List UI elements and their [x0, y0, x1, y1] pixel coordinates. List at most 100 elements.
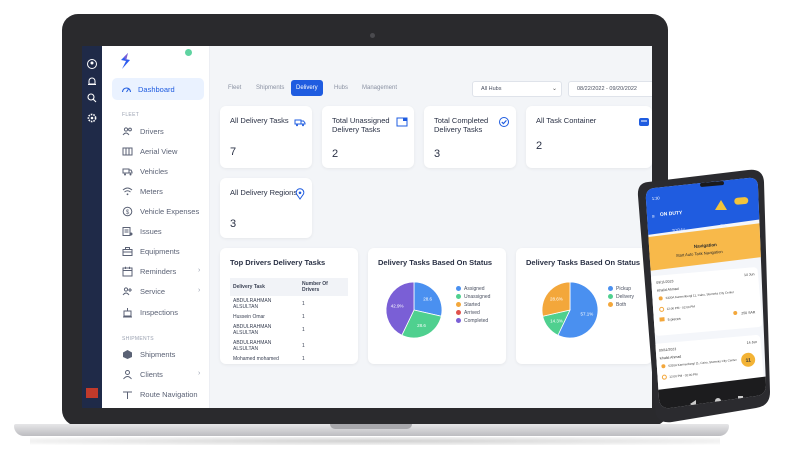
briefcase-icon [122, 247, 133, 256]
pie-slice-label: 42.9% [391, 304, 404, 309]
container-icon [639, 118, 649, 126]
card-total-completed: Total Completed Delivery Tasks 3 [424, 106, 516, 168]
issues-icon [122, 227, 133, 236]
marketing-mockup: Dashboard FLEET Drivers Aerial View Vehi… [0, 0, 797, 462]
sidebar-label-meters: Meters [140, 187, 163, 196]
legend-label: Assigned [464, 286, 485, 292]
driver-name: ABDULRAHMAN ALSULTAN [233, 298, 272, 310]
date-range-value: 08/22/2022 - 09/20/2022 [577, 86, 637, 92]
card-value: 2 [332, 148, 339, 160]
legend-label: Arrived [464, 310, 480, 316]
section-label-shipments: SHIPMENTS [122, 336, 154, 342]
card-all-delivery-tasks: All Delivery Tasks 7 [220, 106, 312, 168]
inspection-icon [123, 308, 132, 318]
settings-gear-icon[interactable] [86, 112, 98, 124]
tab-fleet[interactable]: Fleet [228, 80, 241, 96]
legend-swatch [608, 286, 613, 292]
tab-management[interactable]: Management [362, 80, 397, 96]
chevron-down-icon: ⌄ [551, 86, 557, 92]
legend-label: Started [464, 302, 481, 308]
legend-label: Pickup [616, 286, 632, 292]
main-content: Fleet Shipments Delivery Hubs Management… [210, 46, 652, 408]
driver-count: 1 [302, 356, 305, 362]
sidebar-label-drivers: Drivers [140, 127, 164, 136]
pie-slice-label: 28.6% [550, 297, 563, 302]
sidebar-label-inspections: Inspections [140, 308, 178, 317]
phone-tab-all[interactable]: ALL [720, 222, 728, 228]
route-icon [123, 391, 132, 399]
legend-item[interactable]: Started [456, 302, 480, 308]
legend-swatch [608, 302, 613, 308]
task-count-badge-value: 11 [745, 358, 751, 364]
card-value: 3 [434, 148, 441, 160]
legend-item[interactable]: Arrived [456, 310, 480, 316]
driver-count: 1 [302, 343, 305, 349]
account-icon[interactable] [86, 58, 98, 70]
tab-delivery[interactable]: Delivery [291, 80, 323, 96]
type-pie-chart: 57.1% 14.3% 28.6% [541, 281, 599, 339]
map-icon [122, 147, 133, 156]
search-icon[interactable] [86, 92, 98, 104]
check-badge-icon [499, 117, 509, 127]
legend-item[interactable]: Pickup [608, 286, 631, 292]
table-row[interactable]: ABDULRAHMAN ALSULTAN 1 [230, 322, 348, 338]
card-title: All Task Container [536, 116, 597, 125]
inbox-icon [396, 117, 408, 127]
sidebar-label-shipments: Shipments [140, 350, 176, 359]
status-pie-panel: Delivery Tasks Based On Status 28.6 28.6 4… [368, 248, 506, 364]
legend-swatch [456, 286, 461, 292]
bell-icon[interactable] [86, 76, 98, 88]
sidebar: Dashboard FLEET Drivers Aerial View Vehi… [102, 46, 210, 408]
sidebar-label-aerial-view: Aerial View [140, 147, 178, 156]
legend-item[interactable]: Assigned [456, 286, 485, 292]
pie-slice-label: 57.1% [581, 311, 594, 316]
column-header: Number Of Drivers [299, 278, 348, 296]
legend-item[interactable]: Unassigned [456, 294, 490, 300]
status-pie-chart: 28.6 28.6 42.9% [385, 281, 443, 339]
sidebar-label-route-navigation: Route Navigation [140, 390, 198, 399]
chevron-right-icon: › [198, 267, 201, 274]
card-title: All Delivery Regions [230, 188, 298, 197]
truck-icon [122, 168, 133, 176]
status-pie-title: Delivery Tasks Based On Status [378, 258, 493, 267]
card-value: 2 [536, 140, 543, 152]
laptop-notch [330, 424, 412, 429]
legend-item[interactable]: Completed [456, 318, 488, 324]
driver-name: ABDULRAHMAN ALSULTAN [233, 340, 272, 352]
tab-hubs[interactable]: Hubs [334, 80, 348, 96]
sidebar-item-dashboard[interactable]: Dashboard [112, 78, 204, 100]
card-total-unassigned: Total Unassigned Delivery Tasks 2 [322, 106, 414, 168]
calendar-icon [122, 266, 133, 277]
notification-dot-icon [184, 48, 193, 57]
pie-slice-label: 28.6 [423, 297, 432, 302]
driver-name: Hussein Omar [233, 314, 265, 320]
table-row[interactable]: ABDULRAHMAN ALSULTAN 1 [230, 296, 348, 312]
legend-swatch [456, 310, 461, 316]
card-title: Total Completed Delivery Tasks [434, 116, 489, 134]
card-all-delivery-regions: All Delivery Regions 3 [220, 178, 312, 238]
phone-task-card[interactable]: 09/11/2023 14 Jun Khalid Ahmad 6320A Kar… [650, 267, 763, 336]
legend-label: Both [616, 302, 627, 308]
legend-label: Completed [464, 318, 489, 324]
section-label-fleet: FLEET [122, 112, 140, 118]
sidebar-label-vehicles: Vehicles [140, 167, 168, 176]
legend-item[interactable]: Both [608, 302, 626, 308]
hubs-select[interactable]: All Hubs ⌄ [472, 81, 562, 97]
table-row[interactable]: ABDULRAHMAN ALSULTAN 1 [230, 338, 348, 354]
package-icon [659, 317, 665, 322]
type-pie-title: Delivery Tasks Based On Status [526, 258, 641, 267]
tab-shipments[interactable]: Shipments [256, 80, 284, 96]
phone-menu-icon[interactable]: ≡ [652, 214, 656, 220]
language-flag-icon[interactable] [86, 388, 98, 398]
phone-mockup: 1:30 ON DUTY ≡ TODAY ALL Navigation Star… [637, 169, 770, 423]
table-row[interactable]: Mohamed mohamed 1 [230, 354, 348, 364]
driver-count: 1 [302, 327, 305, 333]
chevron-right-icon: › [198, 370, 201, 377]
table-row[interactable]: Hussein Omar 1 [230, 312, 348, 322]
sidebar-label-clients: Clients [140, 370, 163, 379]
top-drivers-panel: Top Drivers Delivery Tasks Delivery Task… [220, 248, 358, 364]
date-range-input[interactable]: 08/22/2022 - 09/20/2022 [568, 81, 652, 97]
pie-slice-label: 14.3% [550, 318, 563, 323]
laptop-camera [370, 33, 375, 38]
sidebar-label-reminders: Reminders [140, 267, 177, 276]
